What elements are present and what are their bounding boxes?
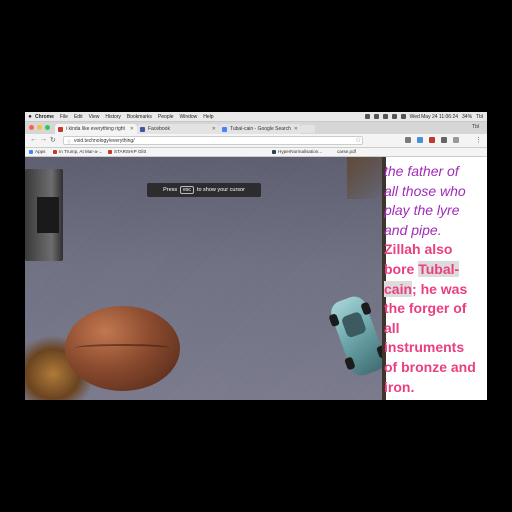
bookmark-label: carse.pdf bbox=[337, 149, 356, 154]
minimize-window-icon[interactable] bbox=[37, 125, 42, 130]
bluetooth-icon[interactable] bbox=[382, 114, 388, 119]
cloud-icon[interactable] bbox=[373, 114, 379, 119]
apps-grid-icon bbox=[29, 149, 33, 154]
new-tab-button[interactable] bbox=[301, 125, 315, 133]
bookmark-favicon-icon bbox=[272, 149, 276, 154]
user-name[interactable]: Tbl bbox=[476, 114, 483, 120]
menu-history[interactable]: History bbox=[105, 114, 121, 120]
bookmark-label: Apps bbox=[35, 149, 46, 154]
passage-line: and pipe. bbox=[384, 221, 442, 238]
clock-text[interactable]: Wed May 24 11:06:24 bbox=[410, 114, 458, 120]
battery-text[interactable]: 34% bbox=[462, 114, 472, 120]
extension-icon[interactable] bbox=[405, 137, 411, 143]
bookmark-apps[interactable]: Apps bbox=[29, 149, 45, 154]
menu-window[interactable]: Window bbox=[180, 114, 198, 120]
tab-google-search[interactable]: Tubal-cain - Google Search ✕ bbox=[219, 124, 301, 134]
tab-close-icon[interactable]: ✕ bbox=[294, 126, 298, 132]
bookmark-favicon-icon bbox=[53, 149, 57, 154]
car-window bbox=[340, 310, 368, 339]
info-icon[interactable]: ⓘ bbox=[67, 139, 71, 145]
menu-dots-icon[interactable]: ⋮ bbox=[475, 136, 482, 144]
passage-line: all those who bbox=[384, 182, 466, 199]
passage-line: the forger of bbox=[384, 300, 467, 317]
passage-highlight[interactable]: Tubal- bbox=[418, 260, 460, 277]
fullscreen-cursor-toast: Press esc to show your cursor bbox=[147, 183, 261, 197]
url-text: void.technology/everything/ bbox=[74, 137, 135, 144]
bookmark-label: STARSHIP Glitt bbox=[114, 149, 146, 154]
google-favicon-icon bbox=[222, 126, 227, 132]
passage-line: cain; he was bbox=[384, 280, 487, 300]
apple-icon[interactable]: ● bbox=[25, 114, 35, 120]
extension-icon[interactable] bbox=[417, 137, 423, 143]
menu-app-name[interactable]: Chrome bbox=[35, 114, 54, 120]
menu-file[interactable]: File bbox=[60, 114, 68, 120]
menu-help[interactable]: Help bbox=[203, 114, 213, 120]
toolbar: ← → ↻ ⓘ void.technology/everything/ ☆ ⋮ bbox=[25, 134, 487, 148]
screen: ● Chrome File Edit View History Bookmark… bbox=[25, 112, 487, 400]
bookmark-label: In Trump, At Mar-a-... bbox=[59, 149, 103, 154]
text-panel: the father of all those who play the lyr… bbox=[382, 157, 487, 400]
tab-label: Facebook bbox=[148, 126, 170, 132]
menu-tray: Wed May 24 11:06:24 34% Tbl bbox=[364, 112, 483, 121]
window-controls bbox=[29, 125, 50, 130]
extension-icon[interactable] bbox=[453, 137, 459, 143]
bookmark-label: HyperNormalisation... bbox=[278, 149, 323, 154]
passage-text: bore bbox=[384, 260, 419, 277]
passage-line: play the lyre bbox=[384, 202, 460, 219]
bookmark-hypernormalisation[interactable]: HyperNormalisation... bbox=[272, 149, 322, 154]
toast-text-after: to show your cursor bbox=[196, 187, 245, 193]
tab-label: Tubal-cain - Google Search bbox=[230, 126, 291, 132]
bookmark-carse[interactable]: carse.pdf bbox=[337, 149, 356, 154]
dropbox-icon[interactable] bbox=[364, 114, 370, 119]
passage-highlight[interactable]: cain bbox=[384, 280, 413, 297]
bookmark-favicon-icon bbox=[108, 149, 112, 154]
passage-line: bore Tubal- bbox=[384, 260, 487, 280]
scene-football bbox=[65, 306, 180, 391]
passage-line: instruments bbox=[384, 339, 465, 356]
reload-icon[interactable]: ↻ bbox=[50, 136, 56, 144]
toast-key: esc bbox=[180, 186, 194, 194]
passage-line: Zillah also bbox=[384, 241, 453, 258]
tab-facebook[interactable]: Facebook ✕ bbox=[137, 124, 219, 134]
profile-name[interactable]: Tbl bbox=[472, 124, 479, 130]
football-seam bbox=[75, 344, 170, 352]
fullscreen-window-icon[interactable] bbox=[45, 125, 50, 130]
bookmark-trump[interactable]: In Trump, At Mar-a-... bbox=[53, 149, 102, 154]
menu-bookmarks[interactable]: Bookmarks bbox=[127, 114, 152, 120]
menu-view[interactable]: View bbox=[89, 114, 100, 120]
bookmark-star-icon[interactable]: ☆ bbox=[355, 136, 361, 144]
page-content: Press esc to show your cursor the father… bbox=[25, 157, 487, 400]
scripture-passage: the father of all those who play the lyr… bbox=[384, 162, 487, 397]
menu-people[interactable]: People bbox=[158, 114, 174, 120]
bookmarks-bar: Apps In Trump, At Mar-a-... STARSHIP Gli… bbox=[25, 148, 487, 157]
tab-favicon-icon bbox=[58, 126, 63, 132]
passage-line: of bronze and bbox=[384, 358, 476, 375]
passage-text: ; he was bbox=[412, 280, 468, 297]
scene-paper-curl bbox=[347, 157, 382, 199]
cabinet-opening bbox=[37, 197, 59, 233]
mac-menu-bar: ● Chrome File Edit View History Bookmark… bbox=[25, 112, 487, 122]
tab-close-icon[interactable]: ✕ bbox=[130, 126, 134, 132]
facebook-favicon-icon bbox=[140, 126, 145, 132]
toast-text-before: Press bbox=[163, 187, 178, 193]
menu-edit[interactable]: Edit bbox=[74, 114, 83, 120]
url-input[interactable]: ⓘ void.technology/everything/ bbox=[63, 136, 363, 145]
extension-icon[interactable] bbox=[429, 137, 435, 143]
back-icon[interactable]: ← bbox=[30, 136, 37, 143]
tab-everything[interactable]: i kinda like everything right ✕ bbox=[55, 124, 137, 134]
tab-strip: i kinda like everything right ✕ Facebook… bbox=[25, 122, 487, 134]
tab-label: i kinda like everything right bbox=[66, 126, 125, 132]
volume-icon[interactable] bbox=[400, 114, 406, 119]
wifi-icon[interactable] bbox=[391, 114, 397, 119]
forward-icon[interactable]: → bbox=[40, 136, 47, 143]
extension-icon[interactable] bbox=[441, 137, 447, 143]
scene-cabinet bbox=[25, 169, 63, 261]
tab-close-icon[interactable]: ✕ bbox=[212, 126, 216, 132]
bookmark-starship[interactable]: STARSHIP Glitt bbox=[108, 149, 146, 154]
passage-line: iron. bbox=[384, 378, 415, 395]
passage-line: all bbox=[384, 319, 400, 336]
passage-line: the father of bbox=[384, 163, 459, 179]
3d-scene[interactable]: Press esc to show your cursor bbox=[25, 157, 382, 400]
close-window-icon[interactable] bbox=[29, 125, 34, 130]
